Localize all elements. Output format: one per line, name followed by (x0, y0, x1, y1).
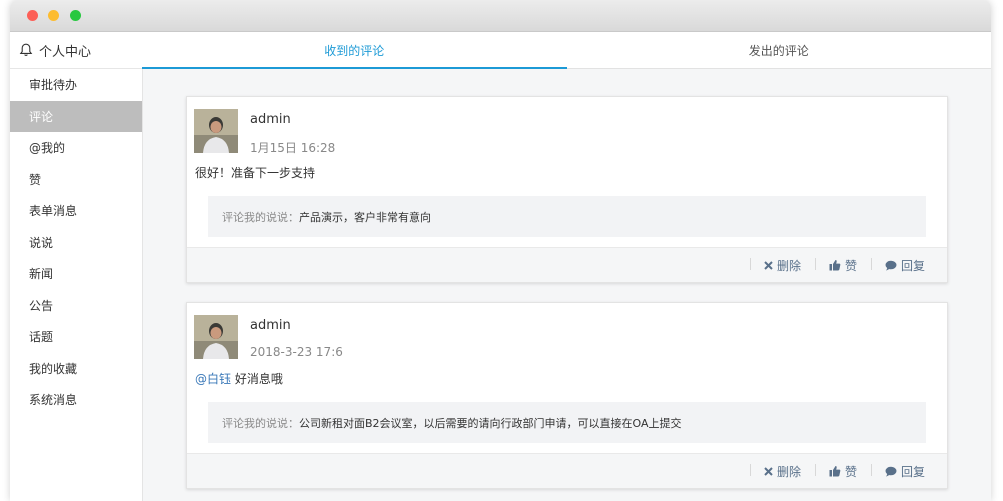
thumbs-up-icon (829, 260, 841, 271)
comment-actions: 删除 赞 回复 (187, 453, 947, 488)
sidebar-title: 个人中心 (39, 44, 92, 60)
delete-label: 删除 (776, 258, 801, 273)
sidebar-item-topics[interactable]: 话题 (10, 321, 142, 353)
tab-label: 发出的评论 (748, 43, 809, 58)
comment-card: admin 1月15日 16:28 很好！准备下一步支持 评论我的说说： 产品演示… (186, 96, 948, 283)
comment-body: admin 1月15日 16:28 很好！准备下一步支持 评论我的说说： 产品演示… (187, 97, 947, 247)
delete-button[interactable]: 删除 (749, 257, 801, 274)
sidebar-item-label: 新闻 (29, 267, 54, 282)
reply-button[interactable]: 回复 (870, 257, 925, 274)
comment-text: 很好！准备下一步支持 (195, 164, 315, 181)
comment-time: 2018-3-23 17:6 (250, 345, 343, 359)
sidebar-item-label: 评论 (29, 109, 54, 124)
comment-bubble-icon (885, 466, 897, 477)
sidebar-item-announcements[interactable]: 公告 (10, 290, 142, 322)
sidebar-item-label: 系统消息 (29, 393, 78, 408)
tab-received-comments[interactable]: 收到的评论 (142, 32, 567, 69)
sidebar-item-label: 说说 (29, 235, 54, 250)
maximize-window-button[interactable] (70, 10, 81, 21)
sidebar-item-form-messages[interactable]: 表单消息 (10, 195, 142, 227)
app-window: 个人中心 审批待办 评论 @我的 赞 表单消息 说说 新闻 公告 话题 我的收藏… (10, 0, 991, 501)
like-button[interactable]: 赞 (814, 463, 857, 480)
quote-label: 评论我的说说： (222, 210, 299, 224)
comment-bubble-icon (885, 260, 897, 271)
sidebar-item-label: 审批待办 (29, 78, 78, 93)
comment-text: @白钰 好消息哦 (195, 370, 283, 387)
sidebar-item-posts[interactable]: 说说 (10, 227, 142, 259)
sidebar-item-label: 赞 (29, 172, 42, 187)
comment-card: admin 2018-3-23 17:6 @白钰 好消息哦 评论我的说说： 公司新… (186, 302, 948, 489)
sidebar-item-label: 我的收藏 (29, 361, 78, 376)
like-label: 赞 (844, 464, 857, 479)
reply-label: 回复 (900, 258, 925, 273)
sidebar-item-likes[interactable]: 赞 (10, 164, 142, 196)
sidebar-item-label: @我的 (29, 141, 66, 156)
delete-button[interactable]: 删除 (749, 463, 801, 480)
sidebar-item-approvals[interactable]: 审批待办 (10, 69, 142, 101)
tab-sent-comments[interactable]: 发出的评论 (567, 32, 992, 68)
quoted-post[interactable]: 评论我的说说： 公司新租对面B2会议室，以后需要的请向行政部门申请，可以直接在OA… (208, 402, 926, 443)
sidebar-item-label: 公告 (29, 298, 54, 313)
sidebar-item-mentions[interactable]: @我的 (10, 132, 142, 164)
comment-message: 好消息哦 (231, 372, 283, 386)
comment-author[interactable]: admin (250, 318, 291, 333)
close-icon (764, 466, 773, 476)
minimize-window-button[interactable] (48, 10, 59, 21)
reply-button[interactable]: 回复 (870, 463, 925, 480)
sidebar: 个人中心 审批待办 评论 @我的 赞 表单消息 说说 新闻 公告 话题 我的收藏… (10, 32, 143, 501)
sidebar-item-system-messages[interactable]: 系统消息 (10, 384, 142, 416)
quote-label: 评论我的说说： (222, 416, 299, 430)
sidebar-item-comments[interactable]: 评论 (10, 100, 142, 132)
title-bar (10, 0, 991, 32)
main-content: 收到的评论 发出的评论 admin 1月15日 16:28 很好！准备下一步支持 (142, 32, 991, 501)
sidebar-item-news[interactable]: 新闻 (10, 258, 142, 290)
tab-label: 收到的评论 (324, 43, 385, 58)
like-label: 赞 (844, 258, 857, 273)
close-icon (764, 260, 773, 270)
avatar[interactable] (194, 109, 238, 153)
comment-actions: 删除 赞 回复 (187, 247, 947, 282)
comment-body: admin 2018-3-23 17:6 @白钰 好消息哦 评论我的说说： 公司新… (187, 303, 947, 453)
sidebar-item-label: 话题 (29, 330, 54, 345)
avatar[interactable] (194, 315, 238, 359)
quote-text: 产品演示，客户非常有意向 (299, 210, 431, 224)
bell-icon (19, 43, 33, 56)
thumbs-up-icon (829, 466, 841, 477)
sidebar-header: 个人中心 (10, 32, 142, 69)
comment-author[interactable]: admin (250, 112, 291, 127)
delete-label: 删除 (776, 464, 801, 479)
sidebar-item-favorites[interactable]: 我的收藏 (10, 353, 142, 385)
reply-label: 回复 (900, 464, 925, 479)
comment-time: 1月15日 16:28 (250, 141, 336, 155)
mention-link[interactable]: @白钰 (195, 372, 231, 386)
tab-bar: 收到的评论 发出的评论 (142, 32, 991, 69)
comment-message: 很好！准备下一步支持 (195, 166, 316, 180)
like-button[interactable]: 赞 (814, 257, 857, 274)
sidebar-item-label: 表单消息 (29, 204, 78, 219)
quoted-post[interactable]: 评论我的说说： 产品演示，客户非常有意向 (208, 196, 926, 237)
close-window-button[interactable] (27, 10, 38, 21)
quote-text: 公司新租对面B2会议室，以后需要的请向行政部门申请，可以直接在OA上提交 (299, 416, 682, 430)
